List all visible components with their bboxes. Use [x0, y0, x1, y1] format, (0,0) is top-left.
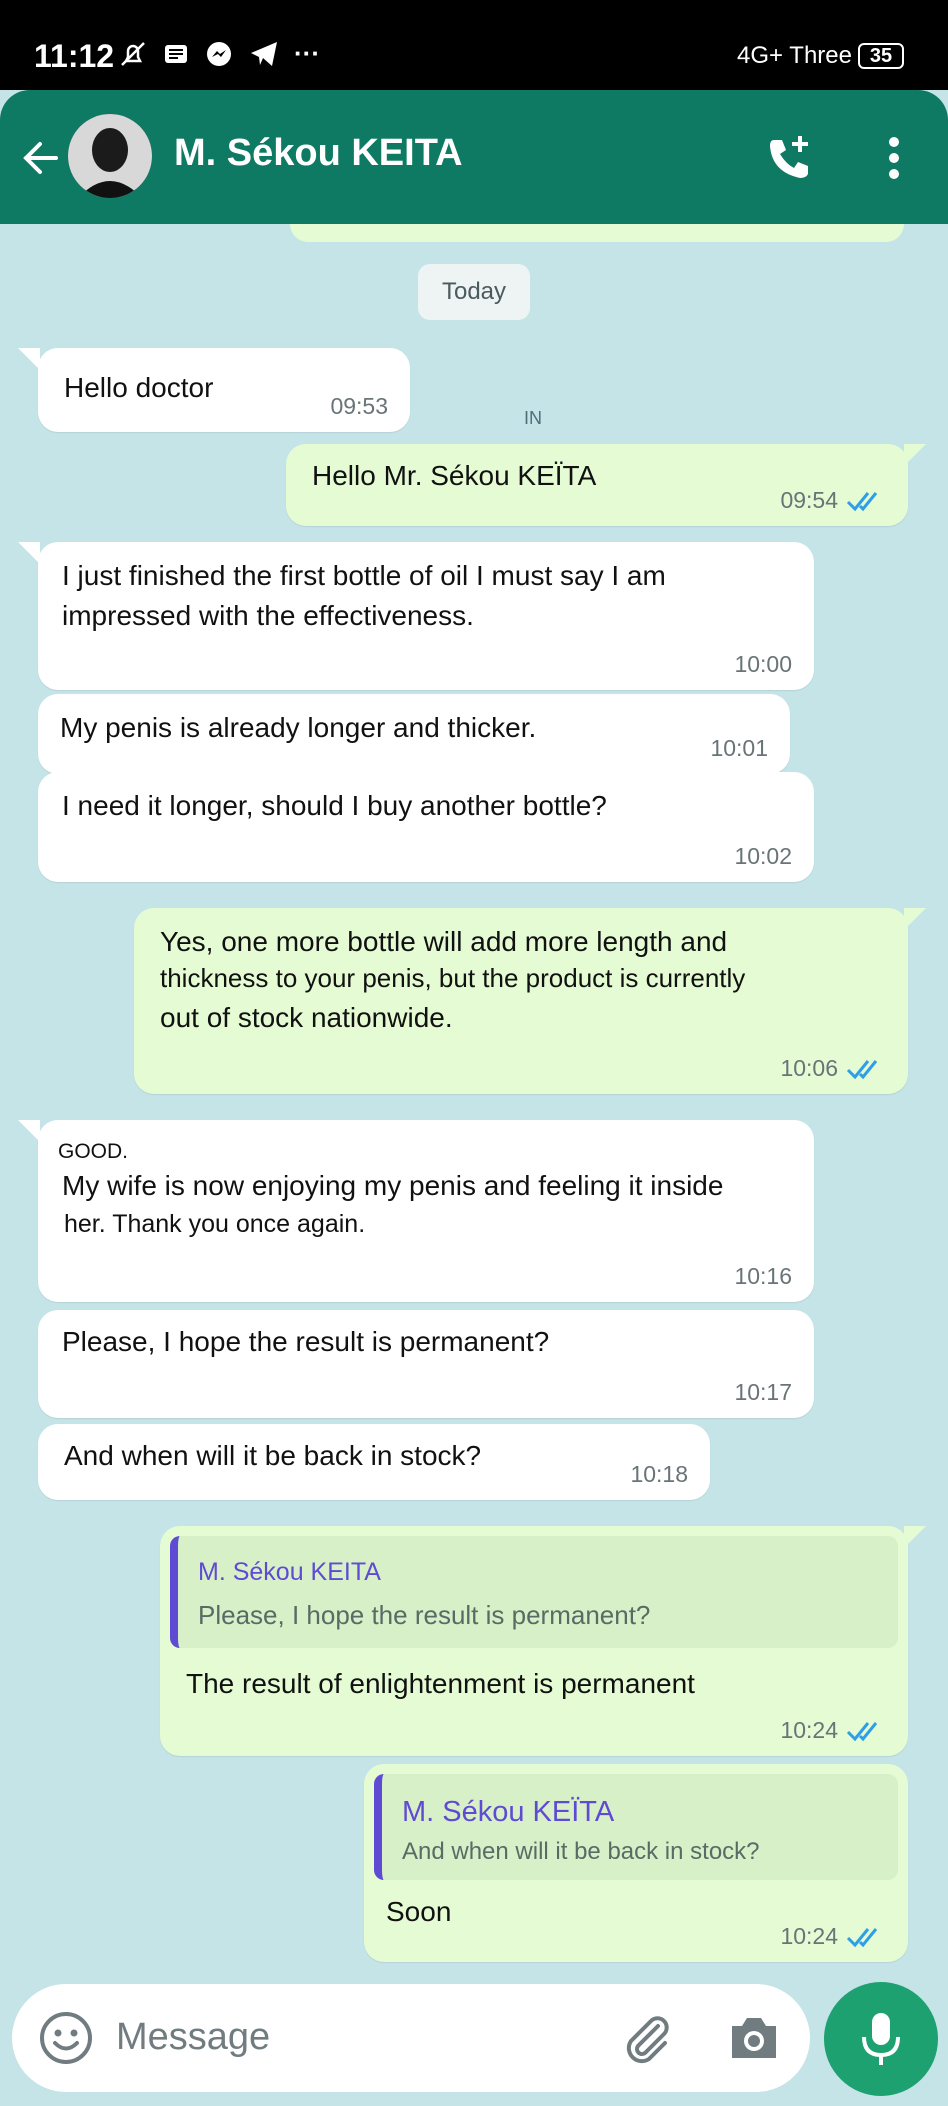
message-text: The result of enlightenment is permanent: [186, 1668, 695, 1699]
previous-message-edge: [290, 224, 904, 242]
bell-off-icon: [121, 41, 145, 66]
message-incoming[interactable]: Please, I hope the result is permanent? …: [38, 1310, 814, 1418]
contact-name[interactable]: M. Sékou KEITA: [174, 132, 463, 175]
messenger-icon: [207, 41, 231, 66]
avatar-image: [68, 114, 152, 198]
bubble-tail: [18, 542, 40, 564]
status-bar: 11:12 ··· 4G+ Three 35: [0, 0, 948, 90]
message-outgoing-reply[interactable]: M. Sékou KEÏTA And when will it be back …: [364, 1764, 908, 1962]
quote-author: M. Sékou KEÏTA: [402, 1796, 615, 1828]
message-outgoing[interactable]: Hello Mr. Sékou KEÏTA 09:54: [286, 444, 908, 526]
message-incoming[interactable]: GOOD. My wife is now enjoying my penis a…: [38, 1120, 814, 1302]
chat-header: M. Sékou KEITA: [0, 90, 948, 224]
message-text-line-2: her. Thank you once again.: [64, 1210, 366, 1238]
message-time: 10:00: [734, 651, 792, 677]
message-text-line-3: out of stock nationwide.: [160, 1002, 453, 1033]
telegram-icon: [251, 41, 277, 66]
bubble-tail: [18, 348, 40, 370]
more-notifications: ···: [294, 38, 320, 68]
message-time: 10:02: [734, 843, 792, 869]
emoji-icon[interactable]: [38, 2010, 94, 2066]
message-time: 09:53: [330, 393, 388, 419]
message-time: 10:18: [630, 1461, 688, 1487]
back-arrow-icon[interactable]: [18, 136, 62, 180]
quoted-message[interactable]: M. Sékou KEITA Please, I hope the result…: [170, 1536, 898, 1648]
message-incoming[interactable]: I need it longer, should I buy another b…: [38, 772, 814, 882]
battery-level: 35: [858, 43, 904, 69]
message-incoming[interactable]: Hello doctor 09:53: [38, 348, 410, 432]
network-status: 4G+ Three 35: [737, 42, 904, 70]
message-time: 10:06: [780, 1055, 886, 1082]
more-vert-icon[interactable]: [874, 132, 914, 184]
message-text: Hello doctor: [64, 372, 214, 403]
double-check-icon: [846, 1927, 878, 1947]
message-time: 10:16: [734, 1263, 792, 1289]
message-input[interactable]: Message: [116, 2016, 270, 2059]
message-incoming[interactable]: And when will it be back in stock? 10:18: [38, 1424, 710, 1500]
message-text-line-2: impressed with the effectiveness.: [62, 600, 474, 631]
watermark-text: IN: [524, 408, 542, 428]
message-text: Soon: [386, 1896, 452, 1927]
double-check-icon: [846, 1059, 878, 1079]
message-label: GOOD.: [58, 1140, 129, 1163]
message-incoming[interactable]: I just finished the first bottle of oil …: [38, 542, 814, 690]
notification-icons: ···: [118, 38, 320, 69]
message-time: 09:54: [780, 487, 886, 514]
message-text-line-2: thickness to your penis, but the product…: [160, 963, 746, 993]
message-outgoing-reply[interactable]: M. Sékou KEITA Please, I hope the result…: [160, 1526, 908, 1756]
call-add-icon[interactable]: [764, 132, 816, 184]
date-chip: Today: [418, 264, 530, 320]
message-incoming[interactable]: My penis is already longer and thicker. …: [38, 694, 790, 774]
message-text-line-1: I just finished the first bottle of oil …: [62, 560, 666, 591]
quote-author: M. Sékou KEITA: [198, 1558, 381, 1586]
message-text-line-1: Yes, one more bottle will add more lengt…: [160, 926, 728, 957]
message-text: Please, I hope the result is permanent?: [62, 1326, 550, 1357]
avatar[interactable]: [68, 114, 152, 198]
message-time: 10:24: [780, 1717, 886, 1744]
bubble-tail: [18, 1120, 40, 1142]
quote-text: And when will it be back in stock?: [402, 1838, 760, 1865]
mic-icon: [862, 2013, 900, 2065]
message-time: 10:24: [780, 1923, 886, 1950]
camera-icon[interactable]: [726, 2012, 782, 2064]
message-text-line-1: My wife is now enjoying my penis and fee…: [62, 1170, 724, 1201]
message-text: My penis is already longer and thicker.: [60, 712, 537, 743]
message-time: 10:01: [710, 735, 768, 761]
mic-button[interactable]: [824, 1982, 938, 2096]
news-icon: [165, 44, 187, 63]
message-composer[interactable]: Message: [12, 1984, 810, 2092]
message-outgoing[interactable]: Yes, one more bottle will add more lengt…: [134, 908, 908, 1094]
clock: 11:12: [34, 38, 115, 74]
double-check-icon: [846, 491, 878, 511]
quoted-message[interactable]: M. Sékou KEÏTA And when will it be back …: [374, 1774, 898, 1880]
double-check-icon: [846, 1721, 878, 1741]
message-text: I need it longer, should I buy another b…: [62, 790, 607, 821]
message-time: 10:17: [734, 1379, 792, 1405]
network-label: 4G+ Three: [737, 42, 852, 69]
quote-text: Please, I hope the result is permanent?: [198, 1600, 651, 1630]
attach-icon[interactable]: [618, 2010, 674, 2066]
message-text: Hello Mr. Sékou KEÏTA: [312, 460, 597, 491]
message-text: And when will it be back in stock?: [64, 1440, 482, 1471]
chat-area[interactable]: Today Hello doctor 09:53 IN Hello Mr. Sé…: [0, 224, 948, 1984]
